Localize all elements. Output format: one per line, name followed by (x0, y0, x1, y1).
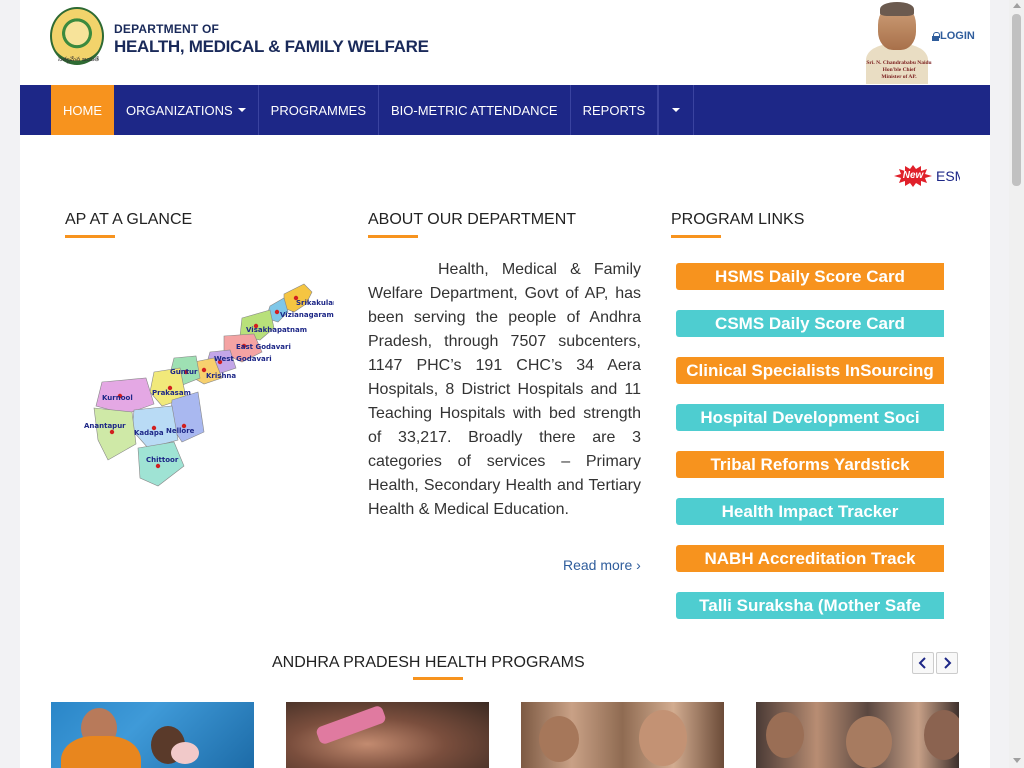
site-header: సత్యమేవ జయతే DEPARTMENT OF HEALTH, MEDIC… (20, 0, 990, 85)
program-thumbnail-1[interactable] (51, 702, 254, 768)
main-navbar: HOME ORGANIZATIONS PROGRAMMES BIO-METRIC… (20, 85, 990, 135)
program-link-hsms[interactable]: HSMS Daily Score Card (676, 263, 944, 290)
program-link-talli-suraksha[interactable]: Talli Suraksha (Mother Safe (676, 592, 944, 619)
program-link-csms[interactable]: CSMS Daily Score Card (676, 310, 944, 337)
map-label-visakhapatnam: Visakhapatnam (246, 326, 307, 334)
title-underline (413, 677, 463, 680)
ticker-text[interactable]: ESM (936, 168, 960, 184)
program-link-clinical-specialists[interactable]: Clinical Specialists InSourcing (676, 357, 944, 384)
nav-home[interactable]: HOME (51, 85, 114, 135)
nav-reports[interactable]: REPORTS (571, 85, 659, 135)
title-underline (65, 235, 115, 238)
map-label-west-godavari: West Godavari (214, 355, 272, 363)
map-label-kadapa: Kadapa (134, 429, 164, 437)
program-link-tribal-reforms[interactable]: Tribal Reforms Yardstick (676, 451, 944, 478)
map-label-nellore: Nellore (166, 427, 195, 435)
nav-biometric-attendance[interactable]: BIO-METRIC ATTENDANCE (379, 85, 571, 135)
map-label-krishna: Krishna (206, 372, 236, 380)
read-more-link[interactable]: Read more › (563, 557, 641, 573)
map-label-srikakulam: Srikakulam (296, 299, 334, 307)
program-thumbnail-3[interactable] (521, 702, 724, 768)
health-programs-title: ANDHRA PRADESH HEALTH PROGRAMS (272, 654, 585, 671)
map-label-anantapur: Anantapur (84, 422, 126, 430)
ap-district-map[interactable]: Srikakulam Vizianagaram Visakhapatnam Ea… (74, 282, 340, 492)
program-links-title: PROGRAM LINKS (671, 211, 805, 228)
new-badge-icon: New (894, 165, 932, 187)
scroll-up-arrow-icon[interactable] (1013, 3, 1021, 8)
map-label-east-godavari: East Godavari (236, 343, 291, 351)
nav-more-dropdown[interactable] (658, 85, 695, 135)
map-label-vizianagaram: Vizianagaram (280, 311, 334, 319)
emblem-caption: సత్యమేవ జయతే (58, 56, 99, 63)
map-label-kurnool: Kurnool (102, 394, 133, 402)
page-scrollbar[interactable] (1009, 0, 1024, 768)
scroll-down-arrow-icon[interactable] (1013, 758, 1021, 763)
lock-icon (932, 32, 940, 41)
page-container: సత్యమేవ జయతే DEPARTMENT OF HEALTH, MEDIC… (20, 0, 990, 768)
caret-down-icon (672, 108, 681, 112)
login-label: LOGIN (940, 30, 975, 42)
title-underline (368, 235, 418, 238)
map-label-chittoor: Chittoor (146, 456, 179, 464)
chevron-right-icon (944, 657, 952, 669)
program-thumbnail-2[interactable] (286, 702, 489, 768)
carousel-prev-button[interactable] (912, 652, 934, 674)
title-underline (671, 235, 721, 238)
login-link[interactable]: LOGIN (932, 30, 975, 42)
about-department-title: ABOUT OUR DEPARTMENT (368, 211, 577, 228)
ap-at-a-glance-title: AP AT A GLANCE (65, 211, 193, 228)
caret-down-icon (237, 108, 246, 112)
program-link-health-impact[interactable]: Health Impact Tracker (676, 498, 944, 525)
chief-minister-caption: Sri. N. Chandrababu Naidu Hon'ble Chief … (866, 60, 932, 80)
scrollbar-thumb[interactable] (1012, 14, 1021, 186)
about-department-text: Health, Medical & Family Welfare Departm… (368, 261, 641, 518)
map-label-prakasam: Prakasam (152, 389, 191, 397)
program-link-nabh[interactable]: NABH Accreditation Track (676, 545, 944, 572)
program-links-list: HSMS Daily Score Card CSMS Daily Score C… (676, 263, 944, 623)
program-link-hospital-development[interactable]: Hospital Development Soci (676, 404, 944, 431)
dept-title-line1: DEPARTMENT OF (114, 22, 220, 36)
nav-organizations[interactable]: ORGANIZATIONS (114, 85, 259, 135)
chevron-left-icon (918, 657, 926, 669)
nav-programmes[interactable]: PROGRAMMES (259, 85, 379, 135)
chief-minister-photo: Sri. N. Chandrababu Naidu Hon'ble Chief … (864, 0, 934, 84)
map-label-guntur: Guntur (170, 368, 198, 376)
carousel-next-button[interactable] (936, 652, 958, 674)
dept-title-line2: HEALTH, MEDICAL & FAMILY WELFARE (114, 37, 429, 56)
program-thumbnail-4[interactable] (756, 702, 959, 768)
news-ticker[interactable]: New ESM (894, 164, 960, 188)
